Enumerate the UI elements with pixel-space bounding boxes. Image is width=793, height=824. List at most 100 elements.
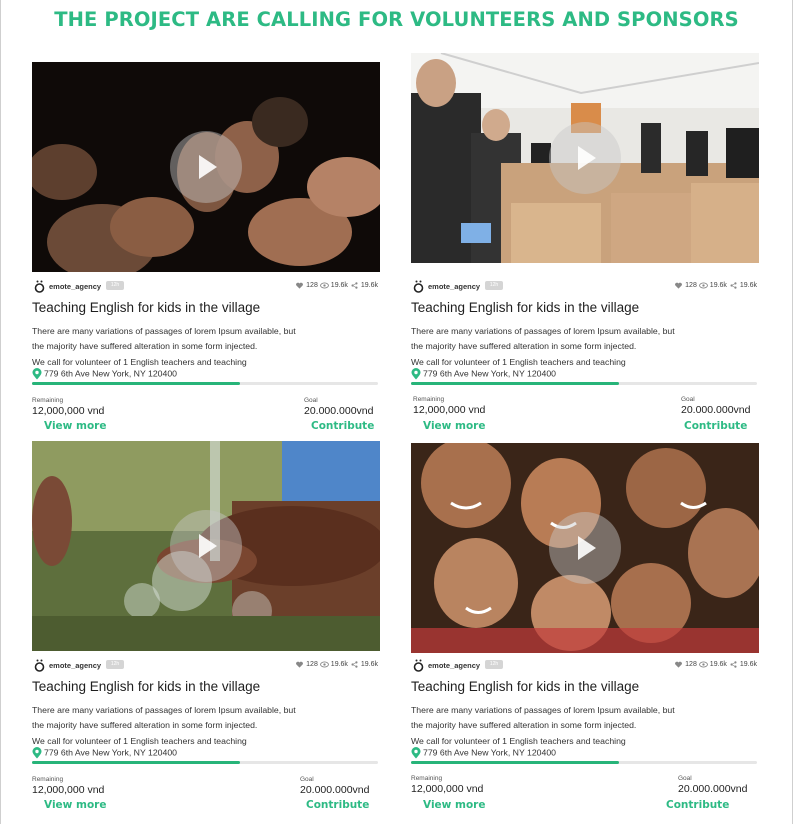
- goal-label: Goal: [304, 397, 318, 404]
- card-title[interactable]: Teaching English for kids in the village: [32, 679, 260, 694]
- description-line: There are many variations of passages of…: [32, 326, 296, 336]
- remaining-value: 12,000,000 vnd: [32, 784, 105, 796]
- card-meta: emote_agency 12h 128 19.6k 19.6k: [32, 659, 380, 673]
- share-icon[interactable]: [729, 661, 738, 668]
- location-pin-icon: [411, 747, 421, 759]
- agency-logo-icon: [413, 280, 424, 293]
- goal-label: Goal: [681, 396, 695, 403]
- description-line: the majority have suffered alteration in…: [32, 341, 258, 352]
- location-pin-icon: [32, 368, 42, 380]
- progress-fill: [411, 761, 619, 764]
- remaining-value: 12,000,000 vnd: [411, 783, 484, 795]
- remaining-label: Remaining: [32, 776, 64, 783]
- card-title[interactable]: Teaching English for kids in the village: [411, 679, 639, 694]
- progress-bar: [32, 382, 378, 385]
- address-text: 779 6th Ave New York, NY 120400: [423, 747, 556, 758]
- card-description: There are many variations of passages of…: [32, 703, 296, 749]
- remaining-value: 12,000,000 vnd: [32, 405, 105, 417]
- location-pin-icon: [411, 368, 421, 380]
- project-thumbnail[interactable]: [32, 441, 380, 651]
- progress-bar: [411, 382, 757, 385]
- views-count: 19.6k: [330, 661, 348, 669]
- card-meta: emote_agency 12h 128 19.6k 19.6k: [411, 659, 759, 673]
- eye-icon: [698, 661, 708, 668]
- play-button-icon[interactable]: [170, 131, 242, 203]
- card-stats: 128 19.6k 19.6k: [674, 661, 757, 668]
- card-title[interactable]: Teaching English for kids in the village: [411, 300, 639, 315]
- agency-logo-icon: [413, 659, 424, 672]
- heart-icon[interactable]: [295, 282, 304, 289]
- goal-value: 20.000.000vnd: [304, 405, 374, 417]
- heart-icon[interactable]: [295, 661, 304, 668]
- description-line: There are many variations of passages of…: [411, 326, 675, 336]
- progress-bar: [411, 761, 757, 764]
- card-address: 779 6th Ave New York, NY 120400: [411, 747, 556, 759]
- address-text: 779 6th Ave New York, NY 120400: [423, 368, 556, 379]
- time-badge: 12h: [485, 660, 503, 669]
- contribute-link[interactable]: Contribute: [311, 420, 374, 432]
- address-text: 779 6th Ave New York, NY 120400: [44, 368, 177, 379]
- play-button-icon[interactable]: [170, 510, 242, 582]
- remaining-label: Remaining: [411, 775, 443, 782]
- agency-name[interactable]: emote_agency: [428, 282, 480, 291]
- project-thumbnail[interactable]: [411, 53, 759, 263]
- description-line: the majority have suffered alteration in…: [32, 720, 258, 731]
- play-button-icon[interactable]: [549, 512, 621, 584]
- contribute-link[interactable]: Contribute: [684, 420, 747, 432]
- page-title: THE PROJECT ARE CALLING FOR VOLUNTEERS A…: [54, 8, 739, 31]
- eye-icon: [319, 282, 329, 289]
- goal-label: Goal: [678, 775, 692, 782]
- remaining-label: Remaining: [413, 396, 445, 403]
- card-description: There are many variations of passages of…: [411, 324, 675, 370]
- views-count: 19.6k: [330, 282, 348, 290]
- views-count: 19.6k: [709, 282, 727, 290]
- card-title[interactable]: Teaching English for kids in the village: [32, 300, 260, 315]
- heart-icon[interactable]: [674, 282, 683, 289]
- project-card: emote_agency 12h 128 19.6k 19.6k Teachin…: [411, 443, 759, 824]
- goal-label: Goal: [300, 776, 314, 783]
- progress-fill: [32, 382, 240, 385]
- progress-fill: [411, 382, 619, 385]
- share-icon[interactable]: [729, 282, 738, 289]
- card-address: 779 6th Ave New York, NY 120400: [411, 368, 556, 380]
- share-icon[interactable]: [350, 661, 359, 668]
- contribute-link[interactable]: Contribute: [306, 799, 369, 811]
- play-button-icon[interactable]: [549, 122, 621, 194]
- card-description: There are many variations of passages of…: [32, 324, 296, 370]
- eye-icon: [698, 282, 708, 289]
- card-meta: emote_agency 12h 128 19.6k 19.6k: [411, 280, 759, 294]
- view-more-link[interactable]: View more: [44, 420, 106, 432]
- goal-value: 20.000.000vnd: [678, 783, 748, 795]
- address-text: 779 6th Ave New York, NY 120400: [44, 747, 177, 758]
- heart-icon[interactable]: [674, 661, 683, 668]
- agency-name[interactable]: emote_agency: [428, 661, 480, 670]
- project-thumbnail[interactable]: [411, 443, 759, 653]
- views-count: 19.6k: [709, 661, 727, 669]
- card-stats: 128 19.6k 19.6k: [674, 282, 757, 289]
- contribute-link[interactable]: Contribute: [666, 799, 729, 811]
- agency-name[interactable]: emote_agency: [49, 661, 101, 670]
- project-card: emote_agency 12h 128 19.6k 19.6k Teachin…: [32, 62, 380, 442]
- project-card: emote_agency 12h 128 19.6k 19.6k Teachin…: [32, 441, 380, 824]
- project-thumbnail[interactable]: [32, 62, 380, 272]
- view-more-link[interactable]: View more: [423, 420, 485, 432]
- shares-count: 19.6k: [739, 661, 757, 669]
- card-meta: emote_agency 12h 128 19.6k 19.6k: [32, 280, 380, 294]
- progress-bar: [32, 761, 378, 764]
- view-more-link[interactable]: View more: [423, 799, 485, 811]
- card-address: 779 6th Ave New York, NY 120400: [32, 747, 177, 759]
- share-icon[interactable]: [350, 282, 359, 289]
- eye-icon: [319, 661, 329, 668]
- goal-value: 20.000.000vnd: [300, 784, 370, 796]
- progress-fill: [32, 761, 240, 764]
- agency-name[interactable]: emote_agency: [49, 282, 101, 291]
- agency-logo-icon: [34, 659, 45, 672]
- card-description: There are many variations of passages of…: [411, 703, 675, 749]
- view-more-link[interactable]: View more: [44, 799, 106, 811]
- description-line: the majority have suffered alteration in…: [411, 720, 637, 731]
- time-badge: 12h: [106, 281, 124, 290]
- likes-count: 128: [306, 661, 318, 669]
- description-line: There are many variations of passages of…: [411, 705, 675, 715]
- card-address: 779 6th Ave New York, NY 120400: [32, 368, 177, 380]
- description-line: the majority have suffered alteration in…: [411, 341, 637, 352]
